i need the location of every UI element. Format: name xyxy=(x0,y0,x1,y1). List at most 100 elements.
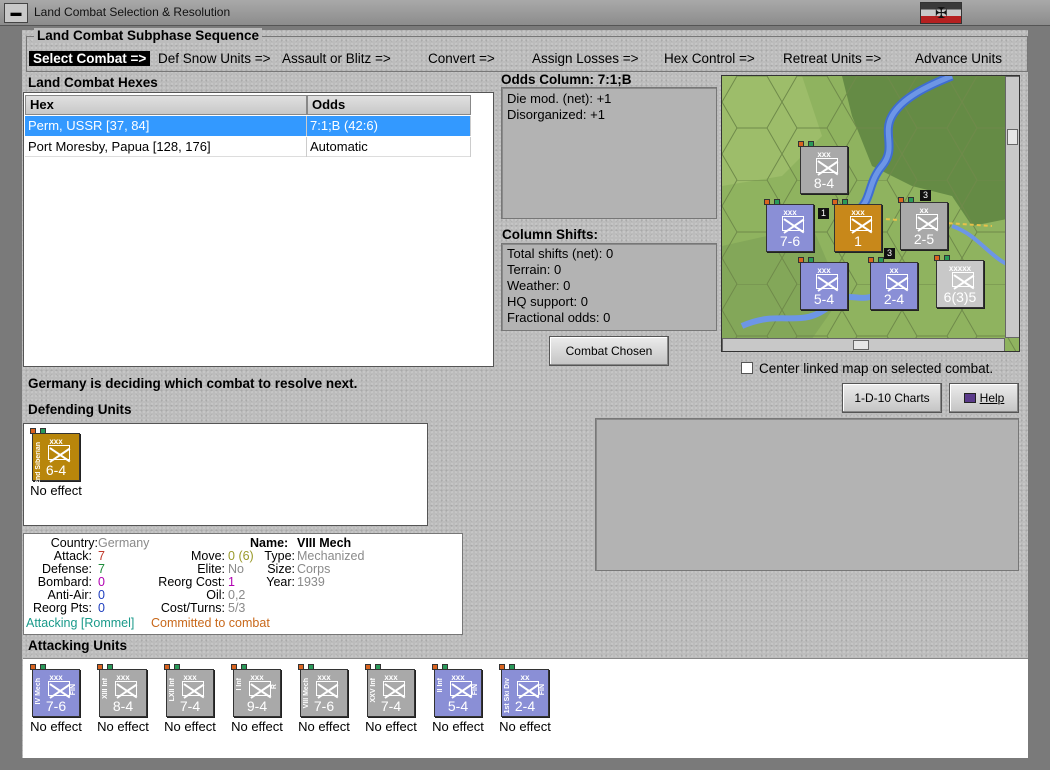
combat-results-box xyxy=(595,418,1019,571)
unit-counter[interactable]: xxx 2nd Siberian 6-4 xyxy=(30,428,80,484)
infantry-symbol-icon xyxy=(383,681,405,696)
phase-step-convert[interactable]: Convert => xyxy=(428,51,495,66)
phase-step-def-snow[interactable]: Def Snow Units => xyxy=(158,51,271,66)
col-header-hex[interactable]: Hex xyxy=(25,95,307,115)
status-marker-icon xyxy=(442,664,448,670)
phase-step-assault[interactable]: Assault or Blitz => xyxy=(282,51,391,66)
unit-counter[interactable]: xxx I Inf R 9-4 xyxy=(231,664,281,717)
unit-effect-label: No effect xyxy=(30,719,82,734)
map-vscroll-thumb[interactable] xyxy=(1007,129,1018,145)
infantry-symbol-icon xyxy=(48,445,70,460)
phase-step-assign-losses[interactable]: Assign Losses => xyxy=(532,51,639,66)
unit-strength-label: 7-4 xyxy=(380,698,402,714)
status-marker-icon xyxy=(944,255,950,261)
shift-line: Total shifts (net): 0 xyxy=(507,246,614,261)
infantry-symbol-icon xyxy=(48,681,70,696)
size-value: Corps xyxy=(297,562,331,576)
unit-nationality-label: FIN xyxy=(70,684,77,696)
unit-counter[interactable]: xx 1st Ski Div FIN 2-4 xyxy=(499,664,549,717)
infantry-symbol-icon xyxy=(816,158,838,173)
charts-button[interactable]: 1-D-10 Charts xyxy=(842,383,942,413)
table-row[interactable]: Port Moresby, Papua [128, 176] Automatic xyxy=(25,137,471,157)
shift-line: Weather: 0 xyxy=(507,278,571,293)
unit-nationality-label: FIN xyxy=(472,684,479,696)
country-label: Country: xyxy=(50,536,98,550)
phase-step-advance[interactable]: Advance Units xyxy=(915,51,1002,66)
help-label: Help xyxy=(979,391,1005,405)
status-marker-icon xyxy=(174,664,180,670)
help-button[interactable]: Help xyxy=(949,383,1019,413)
map-hscroll-thumb[interactable] xyxy=(853,340,869,350)
type-value: Mechanized xyxy=(297,549,365,563)
unit-strength-label: 2-4 xyxy=(883,291,905,307)
supply-marker-icon xyxy=(30,428,36,434)
attacking-units-box[interactable]: xxx IV Mech FIN 7-6 No effect xxx XIII Inf 8-4 N… xyxy=(23,658,1028,758)
unit-counter[interactable]: xxx IV Mech FIN 7-6 xyxy=(30,664,80,717)
attacking-units-label: Attacking Units xyxy=(28,638,128,653)
unit-counter[interactable]: xx 2-4 xyxy=(868,257,918,310)
table-row[interactable]: Perm, USSR [37, 84] 7:1;B (42:6) xyxy=(25,116,471,136)
infantry-symbol-icon xyxy=(916,214,938,229)
unit-strength-label: 2-4 xyxy=(514,698,536,714)
move-current: 0 xyxy=(228,549,235,563)
status-marker-icon xyxy=(241,664,247,670)
unit-counter[interactable]: xxxxx 6(3)5 xyxy=(934,255,984,308)
status-marker-icon xyxy=(774,199,780,205)
unit-counter[interactable]: xx 2-5 xyxy=(898,197,948,250)
status-marker-icon xyxy=(842,199,848,205)
unit-counter[interactable]: xxx 7-6 xyxy=(764,199,814,252)
elite-label: Elite: xyxy=(197,562,225,576)
move-label: Move: xyxy=(190,549,225,563)
unit-strength-label: 1 xyxy=(854,233,862,249)
status-marker-icon xyxy=(908,197,914,203)
map-vertical-scrollbar[interactable] xyxy=(1005,76,1019,338)
odds-details-box: Die mod. (net): +1 Disorganized: +1 xyxy=(501,87,717,219)
unit-strength-label: 7-6 xyxy=(45,698,67,714)
linked-map[interactable]: xxx 8-4 xxx 7-6 xxx 1 xx 2-5 xxx 5-4 xx 2-4 xxxxx 6(3… xyxy=(721,75,1020,352)
unit-effect-label: No effect xyxy=(30,483,82,498)
phase-sequence-title: Land Combat Subphase Sequence xyxy=(34,28,263,43)
unit-counter[interactable]: xxx LXII Inf 7-4 xyxy=(164,664,214,717)
infantry-symbol-icon xyxy=(115,681,137,696)
defense-label: Defense: xyxy=(41,562,92,576)
unit-strength-label: 7-6 xyxy=(779,233,801,249)
center-map-label: Center linked map on selected combat. xyxy=(759,361,994,376)
combat-chosen-button[interactable]: Combat Chosen xyxy=(549,336,669,366)
unit-counter[interactable]: xxx 5-4 xyxy=(798,257,848,310)
unit-details-box: Country: Germany Attack: 7 Defense: 7 Bo… xyxy=(23,533,463,635)
antiair-value: 0 xyxy=(98,588,105,602)
unit-counter[interactable]: xxx 8-4 xyxy=(798,141,848,194)
hex-cell: Perm, USSR [37, 84] xyxy=(25,116,307,136)
unit-strength-label: 7-4 xyxy=(179,698,201,714)
oil-label: Oil: xyxy=(206,588,225,602)
unit-counter[interactable]: xxx VIII Mech 7-6 xyxy=(298,664,348,717)
size-label: Size: xyxy=(267,562,295,576)
status-marker-icon xyxy=(40,664,46,670)
unit-nationality-label: R xyxy=(271,684,278,690)
infantry-symbol-icon xyxy=(517,681,539,696)
unit-counter[interactable]: xxx XXV Inf 7-4 xyxy=(365,664,415,717)
unit-counter[interactable]: xxx 1 xyxy=(832,199,882,252)
cost-turns-value: 5/3 xyxy=(228,601,246,615)
defending-units-box[interactable]: xxx 2nd Siberian 6-4 No effect xyxy=(23,423,428,526)
infantry-symbol-icon xyxy=(816,274,838,289)
unit-counter[interactable]: xxx XIII Inf 8-4 xyxy=(97,664,147,717)
name-label: Name: xyxy=(250,536,289,550)
unit-counter[interactable]: xxx II Inf FIN 5-4 xyxy=(432,664,482,717)
system-menu-icon[interactable]: ▬ xyxy=(4,3,28,23)
phase-step-select-combat[interactable]: Select Combat => xyxy=(29,51,151,66)
unit-strength-label: 7-6 xyxy=(313,698,335,714)
supply-marker-icon xyxy=(898,197,904,203)
hexes-table[interactable]: Hex Odds Perm, USSR [37, 84] 7:1;B (42:6… xyxy=(23,92,494,367)
map-horizontal-scrollbar[interactable] xyxy=(722,338,1005,351)
hexes-label: Land Combat Hexes xyxy=(28,75,158,90)
center-map-checkbox[interactable] xyxy=(741,362,753,374)
infantry-symbol-icon xyxy=(450,681,472,696)
phase-step-retreat[interactable]: Retreat Units => xyxy=(783,51,881,66)
supply-marker-icon xyxy=(231,664,237,670)
col-header-odds[interactable]: Odds xyxy=(307,95,471,115)
supply-marker-icon xyxy=(764,199,770,205)
infantry-symbol-icon xyxy=(952,272,974,287)
phase-step-hex-control[interactable]: Hex Control => xyxy=(664,51,755,66)
supply-marker-icon xyxy=(298,664,304,670)
